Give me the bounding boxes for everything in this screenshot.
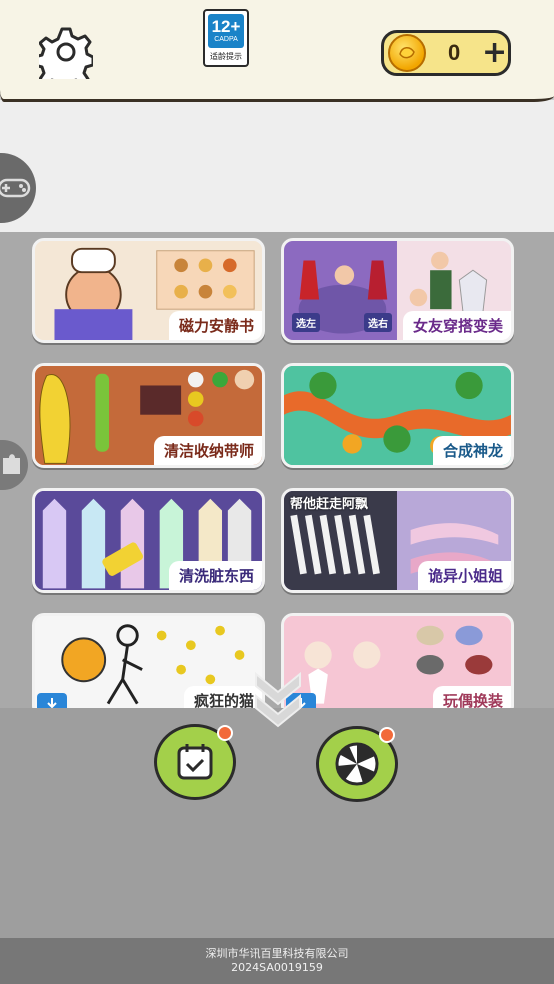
footer: 深圳市华讯百里科技有限公司 2024SA0019159	[0, 938, 554, 984]
puzzle-icon	[3, 454, 20, 474]
upper-background	[0, 100, 554, 232]
weird-lady-banner: 帮他赶走阿飘	[290, 497, 369, 512]
game-title: 合成神龙	[432, 436, 511, 465]
coin-icon	[388, 34, 426, 72]
notification-dot	[379, 727, 395, 743]
wheel-icon	[335, 742, 379, 786]
calendar-check-icon	[177, 744, 213, 780]
game-card-wash-dirty-things[interactable]: 清洗脏东西	[32, 488, 265, 593]
age-rating-tip: 适龄提示	[210, 52, 242, 61]
daily-checkin-button[interactable]	[154, 724, 236, 800]
game-title: 磁力安静书	[168, 311, 262, 340]
download-icon	[37, 693, 67, 708]
game-title: 清洗脏东西	[168, 561, 262, 590]
game-card-merge-dragon[interactable]: 合成神龙	[281, 363, 514, 468]
game-card-doll-dressup[interactable]: 玩偶换装	[281, 613, 514, 708]
top-bar: 12+ CADPA 适龄提示 0 +	[0, 0, 554, 102]
bottom-panel	[0, 708, 554, 938]
double-chevron-down-icon	[255, 671, 301, 728]
game-title: 清洁收纳带师	[153, 436, 262, 465]
coin-balance: 0 +	[381, 30, 511, 76]
lucky-wheel-button[interactable]	[316, 726, 398, 802]
license-number: 2024SA0019159	[231, 961, 323, 974]
age-rating-badge[interactable]: 12+ CADPA 适龄提示	[203, 9, 249, 67]
gamepad-icon	[0, 178, 31, 198]
coin-count: 0	[448, 40, 461, 65]
scroll-down-button[interactable]	[250, 666, 306, 730]
age-rating-org: CADPA	[214, 36, 238, 43]
age-rating-logo: 12+ CADPA	[208, 14, 244, 48]
game-grid: 磁力安静书 选左 选右 女友穿搭变美 清洁收纳带师 合成神龙 清洗脏东西 帮他赶…	[32, 238, 514, 708]
gear-icon	[39, 27, 93, 79]
game-card-girlfriend-outfit[interactable]: 选左 选右 女友穿搭变美	[281, 238, 514, 343]
company-name: 深圳市华讯百里科技有限公司	[205, 947, 349, 960]
game-title: 诡异小姐姐	[417, 561, 511, 590]
game-card-magnetic-quiet-book[interactable]: 磁力安静书	[32, 238, 265, 343]
settings-button[interactable]	[38, 24, 94, 80]
game-card-crazy-cat[interactable]: 疯狂的猫	[32, 613, 265, 708]
add-coins-button[interactable]: +	[482, 38, 507, 68]
game-title: 玩偶换装	[432, 686, 511, 708]
age-rating-number: 12+	[211, 17, 241, 36]
game-card-cleaning-master[interactable]: 清洁收纳带师	[32, 363, 265, 468]
choose-left-tag: 选左	[292, 313, 320, 332]
game-title: 女友穿搭变美	[402, 311, 511, 340]
choose-right-tag: 选右	[364, 313, 392, 332]
notification-dot	[217, 725, 233, 741]
game-card-weird-lady[interactable]: 帮他赶走阿飘 诡异小姐姐	[281, 488, 514, 593]
